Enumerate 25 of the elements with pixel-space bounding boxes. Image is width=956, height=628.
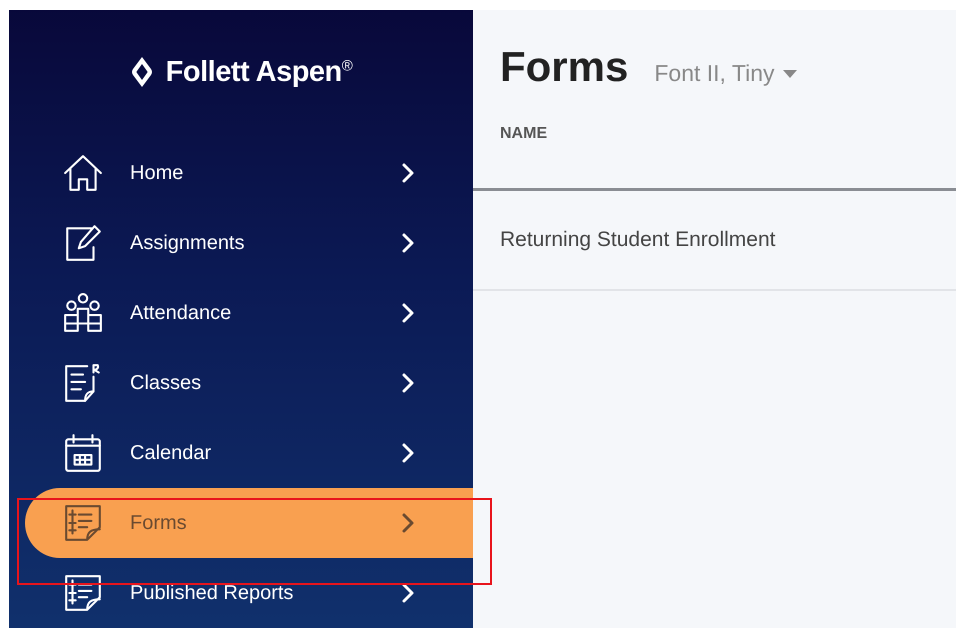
nav-item[interactable]: Home — [25, 138, 473, 208]
chevron-icon — [401, 232, 415, 254]
chevron-icon — [401, 442, 415, 464]
chevron-icon — [401, 512, 415, 534]
nav-item[interactable]: Assignments — [25, 208, 473, 278]
calendar-icon — [62, 432, 104, 474]
nav-item[interactable]: Attendance — [25, 278, 473, 348]
nav-item[interactable]: Calendar — [25, 418, 473, 488]
table-cell: Returning Student Enrollment — [500, 228, 776, 252]
people-icon — [62, 292, 104, 334]
caret-icon — [782, 70, 797, 78]
form-icon — [62, 572, 104, 614]
home-icon — [62, 152, 104, 194]
column-header: NAME — [500, 124, 548, 142]
chevron-icon — [401, 582, 415, 604]
page-title: Forms — [500, 43, 628, 91]
chevron-icon — [401, 162, 415, 184]
logo-icon — [130, 55, 154, 89]
chevron-icon — [401, 372, 415, 394]
nav-item[interactable]: Forms — [25, 488, 473, 558]
logo-text: Follett Aspen$^{®}$ — [166, 56, 352, 88]
nav-item[interactable]: Published Reports — [25, 558, 473, 628]
chevron-icon — [401, 302, 415, 324]
nav-item[interactable]: Classes — [25, 348, 473, 418]
form-icon — [62, 502, 104, 544]
